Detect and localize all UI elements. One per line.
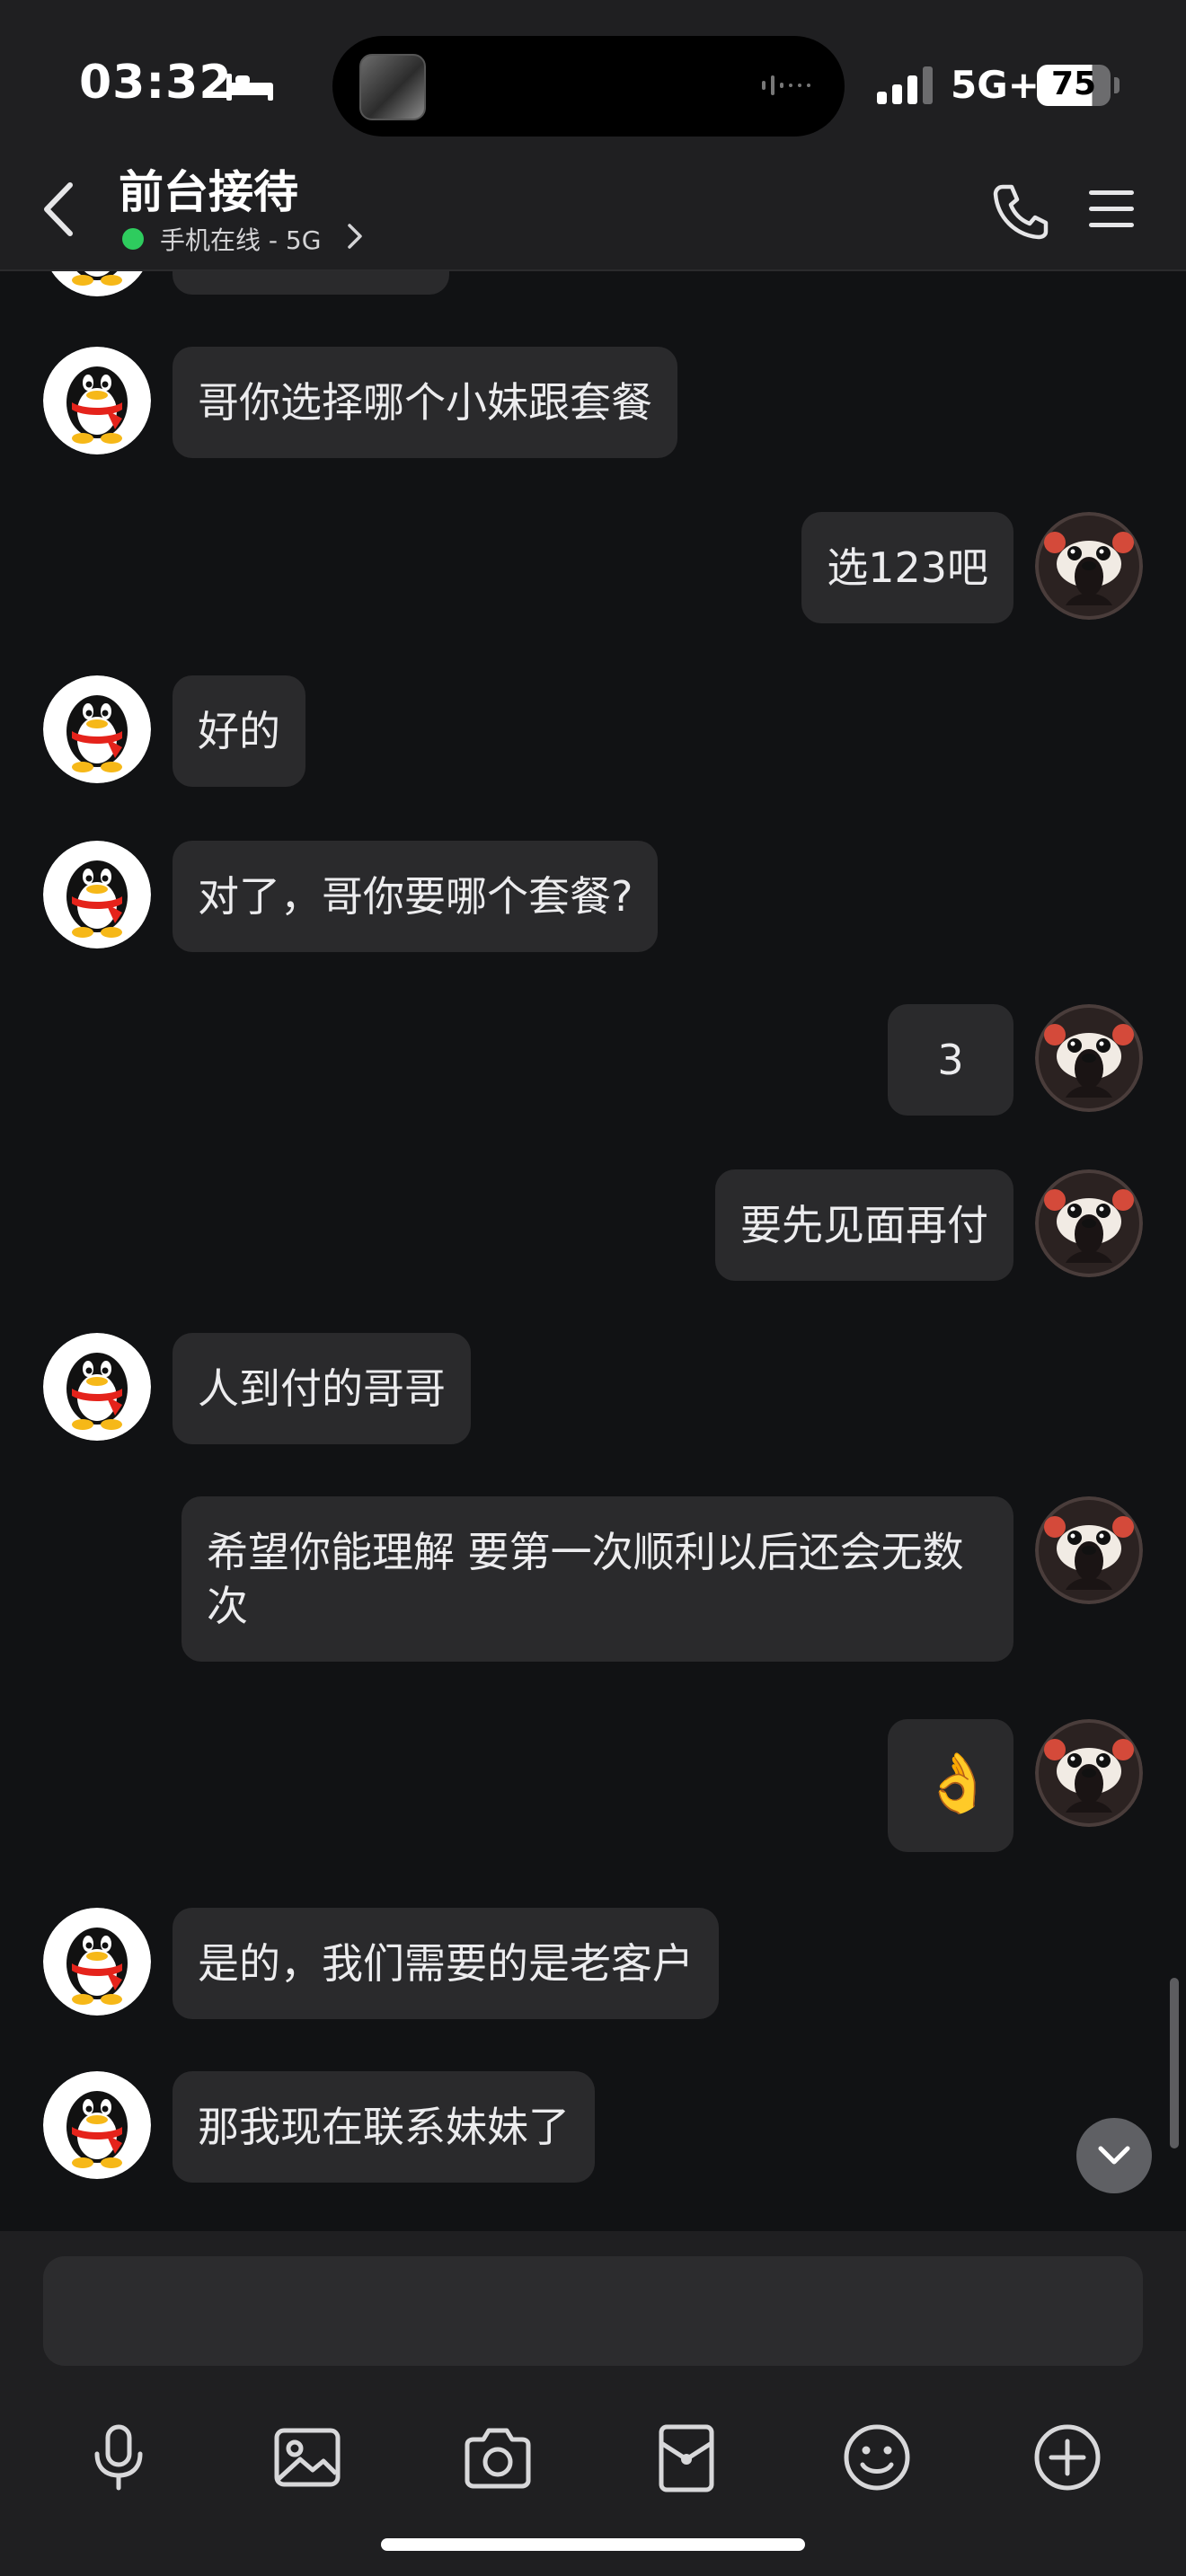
message-bubble-incoming[interactable]: 是的，我们需要的是老客户 [173, 1908, 719, 2019]
contact-avatar[interactable] [43, 675, 151, 783]
plus-icon[interactable] [1030, 2420, 1105, 2495]
home-indicator[interactable] [381, 2538, 805, 2551]
message-bubble-incoming[interactable]: 好的 [173, 675, 305, 787]
battery-level: 75 [1050, 66, 1097, 102]
contact-avatar[interactable] [43, 347, 151, 454]
back-button[interactable] [34, 178, 88, 241]
message-bubble-incoming[interactable]: 人到付的哥哥 [173, 1333, 471, 1444]
status-time: 03:32 [79, 56, 233, 110]
cellular-signal-icon [877, 66, 933, 104]
my-avatar[interactable] [1035, 1169, 1143, 1277]
message-list[interactable]: 哥你选择哪个小妹跟套餐 选123吧 好的 对了，哥你要哪个套餐? 3 要先见面再… [0, 271, 1186, 2229]
my-avatar[interactable] [1035, 1496, 1143, 1604]
chat-header: 前台接待 手机在线 - 5G [0, 153, 1186, 271]
scroll-to-bottom-button[interactable] [1076, 2118, 1152, 2193]
camera-icon[interactable] [460, 2420, 535, 2495]
my-avatar[interactable] [1035, 1004, 1143, 1112]
message-input[interactable] [43, 2256, 1143, 2366]
status-bar: 03:32 5G+ 75 [0, 0, 1186, 153]
contact-avatar[interactable] [43, 2071, 151, 2179]
message-bubble-incoming[interactable]: 那我现在联系妹妹了 [173, 2071, 595, 2183]
message-bubble-outgoing[interactable]: 希望你能理解 要第一次顺利以后还会无数次 [181, 1496, 1013, 1662]
message-bubble-outgoing-emoji[interactable]: 👌 [888, 1719, 1013, 1852]
battery-tip [1114, 77, 1120, 93]
chevron-right-icon[interactable] [345, 223, 365, 250]
audio-wave-icon [762, 75, 810, 95]
contact-avatar[interactable] [43, 1333, 151, 1441]
red-packet-icon[interactable] [649, 2420, 724, 2495]
emoji-icon[interactable] [839, 2420, 915, 2495]
sleep-focus-icon [226, 74, 273, 101]
online-indicator [122, 228, 144, 250]
image-icon[interactable] [270, 2420, 345, 2495]
menu-button[interactable] [1087, 187, 1136, 232]
now-playing-thumbnail [359, 54, 426, 120]
online-status[interactable]: 手机在线 - 5G [160, 221, 321, 257]
message-bubble[interactable] [173, 271, 449, 295]
network-type: 5G+ [951, 63, 1040, 107]
microphone-icon[interactable] [81, 2420, 156, 2495]
contact-avatar[interactable] [43, 271, 151, 296]
message-bubble-outgoing[interactable]: 3 [888, 1004, 1013, 1116]
message-bubble-outgoing[interactable]: 要先见面再付 [715, 1169, 1013, 1281]
scrollbar[interactable] [1170, 1978, 1179, 2148]
input-area [0, 2231, 1186, 2576]
phone-call-button[interactable] [988, 180, 1051, 243]
my-avatar[interactable] [1035, 512, 1143, 620]
my-avatar[interactable] [1035, 1719, 1143, 1827]
chevron-down-icon [1098, 2146, 1130, 2165]
message-bubble-incoming[interactable]: 哥你选择哪个小妹跟套餐 [173, 347, 677, 458]
contact-avatar[interactable] [43, 841, 151, 948]
contact-name[interactable]: 前台接待 [119, 156, 298, 221]
contact-avatar[interactable] [43, 1908, 151, 2016]
message-bubble-outgoing[interactable]: 选123吧 [801, 512, 1013, 623]
message-bubble-incoming[interactable]: 对了，哥你要哪个套餐? [173, 841, 659, 952]
dynamic-island[interactable] [332, 36, 845, 137]
